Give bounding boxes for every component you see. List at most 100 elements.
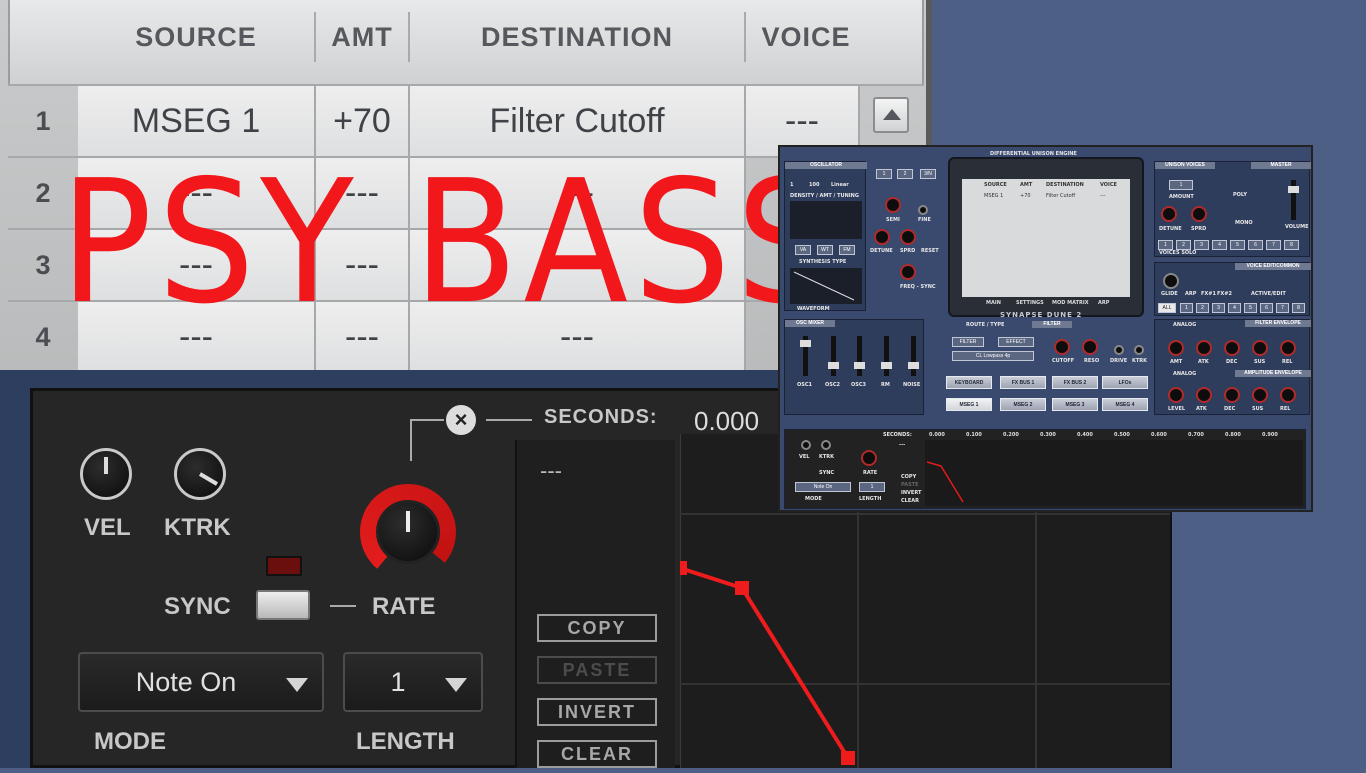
voice-solo-button-7[interactable]: 7 xyxy=(1266,240,1281,250)
lfos-button[interactable]: LFOs xyxy=(1102,376,1148,389)
unison-sprd-knob[interactable] xyxy=(1191,206,1207,222)
ktrk-knob[interactable] xyxy=(174,448,226,500)
envelope-node[interactable] xyxy=(735,581,749,595)
filter-env-dec-knob[interactable] xyxy=(1224,340,1240,356)
screen-tab-main[interactable]: MAIN xyxy=(986,300,1001,306)
freq-knob[interactable] xyxy=(900,264,916,280)
volume-fader[interactable] xyxy=(1288,180,1299,220)
scroll-up-button[interactable] xyxy=(873,97,909,133)
mseg-4-button[interactable]: MSEG 4 xyxy=(1102,398,1148,411)
glide-knob[interactable] xyxy=(1163,273,1179,289)
keyboard-button[interactable]: KEYBOARD xyxy=(946,376,992,389)
cutoff-knob[interactable] xyxy=(1054,339,1070,355)
mode-dropdown[interactable]: Note On xyxy=(78,652,324,712)
filter-route-dropdown[interactable]: FILTER xyxy=(952,337,984,347)
mini-paste-button[interactable]: PASTE xyxy=(901,482,919,488)
col-header-voice[interactable]: VOICE xyxy=(746,12,866,62)
voice-edit-button-3[interactable]: 3 xyxy=(1212,303,1225,313)
osc-value[interactable]: 100 xyxy=(809,182,819,188)
filter-type-dropdown[interactable]: CL Lowpass 4p xyxy=(952,351,1034,361)
voice-edit-button-4[interactable]: 4 xyxy=(1228,303,1241,313)
voice-solo-button-5[interactable]: 5 xyxy=(1230,240,1245,250)
synthesis-wt-button[interactable]: WT xyxy=(817,245,833,255)
rate-knob[interactable] xyxy=(376,500,440,564)
voice-solo-button-1[interactable]: 1 xyxy=(1158,240,1173,250)
amp-env-level-knob[interactable] xyxy=(1168,387,1184,403)
invert-button[interactable]: INVERT xyxy=(537,698,657,726)
copy-button[interactable]: COPY xyxy=(537,614,657,642)
effect-route-dropdown[interactable]: EFFECT xyxy=(998,337,1034,347)
ktrk-small-knob[interactable] xyxy=(1134,345,1144,355)
sprd-knob[interactable] xyxy=(900,229,916,245)
synthesis-va-button[interactable]: VA xyxy=(795,245,811,255)
voice-solo-button-2[interactable]: 2 xyxy=(1176,240,1191,250)
synthesis-fm-button[interactable]: FM xyxy=(839,245,855,255)
amp-env-rel-knob[interactable] xyxy=(1280,387,1296,403)
noise-fader[interactable] xyxy=(908,336,919,376)
voice-edit-button-5[interactable]: 5 xyxy=(1244,303,1257,313)
screen-tab-arp[interactable]: ARP xyxy=(1098,300,1109,306)
voice-solo-button-4[interactable]: 4 xyxy=(1212,240,1227,250)
osc-tab-1[interactable]: 1 xyxy=(876,169,892,179)
paste-button[interactable]: PASTE xyxy=(537,656,657,684)
mini-mseg-graph[interactable] xyxy=(925,440,1303,506)
mseg-3-button[interactable]: MSEG 3 xyxy=(1052,398,1098,411)
fine-knob[interactable] xyxy=(918,205,928,215)
all-voices-button[interactable]: ALL xyxy=(1158,303,1176,313)
filter-env-atk-knob[interactable] xyxy=(1196,340,1212,356)
close-icon[interactable]: × xyxy=(446,405,476,435)
poly-label[interactable]: POLY xyxy=(1233,192,1247,198)
amp-env-sus-knob[interactable] xyxy=(1252,387,1268,403)
detune-knob[interactable] xyxy=(874,229,890,245)
mini-mode-dropdown[interactable]: Note On xyxy=(795,482,851,492)
drive-knob[interactable] xyxy=(1114,345,1124,355)
vel-knob[interactable] xyxy=(80,448,132,500)
filter-env-amt-knob[interactable] xyxy=(1168,340,1184,356)
length-dropdown[interactable]: 1 xyxy=(343,652,483,712)
screen-tab-mod-matrix[interactable]: MOD MATRIX xyxy=(1052,300,1089,306)
voice-edit-button-7[interactable]: 7 xyxy=(1276,303,1289,313)
osc-tab-2[interactable]: 2 xyxy=(897,169,913,179)
mini-copy-button[interactable]: COPY xyxy=(901,474,916,480)
rm-fader[interactable] xyxy=(881,336,892,376)
voice-edit-button-6[interactable]: 6 xyxy=(1260,303,1273,313)
mseg-1-button[interactable]: MSEG 1 xyxy=(946,398,992,411)
mseg-2-button[interactable]: MSEG 2 xyxy=(1000,398,1046,411)
mini-invert-button[interactable]: INVERT xyxy=(901,490,921,496)
osc-value[interactable]: 1 xyxy=(790,182,793,188)
amp-env-atk-knob[interactable] xyxy=(1196,387,1212,403)
voice-solo-button-8[interactable]: 8 xyxy=(1284,240,1299,250)
mini-vel-knob[interactable] xyxy=(801,440,811,450)
mini-clear-button[interactable]: CLEAR xyxy=(901,498,919,504)
voice-edit-button-8[interactable]: 8 xyxy=(1292,303,1305,313)
envelope-node[interactable] xyxy=(841,751,855,765)
mono-label[interactable]: MONO xyxy=(1235,220,1253,226)
mini-length-dropdown[interactable]: 1 xyxy=(859,482,885,492)
envelope-node[interactable] xyxy=(673,561,687,575)
voice-edit-button-2[interactable]: 2 xyxy=(1196,303,1209,313)
osc-value[interactable]: Linear xyxy=(831,182,849,188)
reso-knob[interactable] xyxy=(1082,339,1098,355)
voice-solo-button-3[interactable]: 3 xyxy=(1194,240,1209,250)
osc3-fader[interactable] xyxy=(854,336,865,376)
osc-tab-3n[interactable]: 3/N xyxy=(920,169,936,179)
fx-bus-1-button[interactable]: FX BUS 1 xyxy=(1000,376,1046,389)
filter-env-sus-knob[interactable] xyxy=(1252,340,1268,356)
mini-rate-knob[interactable] xyxy=(861,450,877,466)
amp-env-dec-knob[interactable] xyxy=(1224,387,1240,403)
screen-destination-cell[interactable]: Filter Cutoff xyxy=(1046,193,1075,199)
unison-voices-value[interactable]: 1 xyxy=(1169,180,1193,190)
sync-toggle[interactable] xyxy=(256,590,310,620)
filter-env-rel-knob[interactable] xyxy=(1280,340,1296,356)
osc1-fader[interactable] xyxy=(800,336,811,376)
col-header-destination[interactable]: DESTINATION xyxy=(410,12,746,62)
clear-button[interactable]: CLEAR xyxy=(537,740,657,768)
screen-amt-cell[interactable]: +70 xyxy=(1020,193,1031,199)
fx-bus-2-button[interactable]: FX BUS 2 xyxy=(1052,376,1098,389)
semi-knob[interactable] xyxy=(885,197,901,213)
screen-source-cell[interactable]: MSEG 1 xyxy=(984,193,1003,199)
screen-voice-cell[interactable]: --- xyxy=(1100,193,1105,199)
voice-solo-button-6[interactable]: 6 xyxy=(1248,240,1263,250)
col-header-amt[interactable]: AMT xyxy=(316,12,410,62)
voice-edit-button-1[interactable]: 1 xyxy=(1180,303,1193,313)
